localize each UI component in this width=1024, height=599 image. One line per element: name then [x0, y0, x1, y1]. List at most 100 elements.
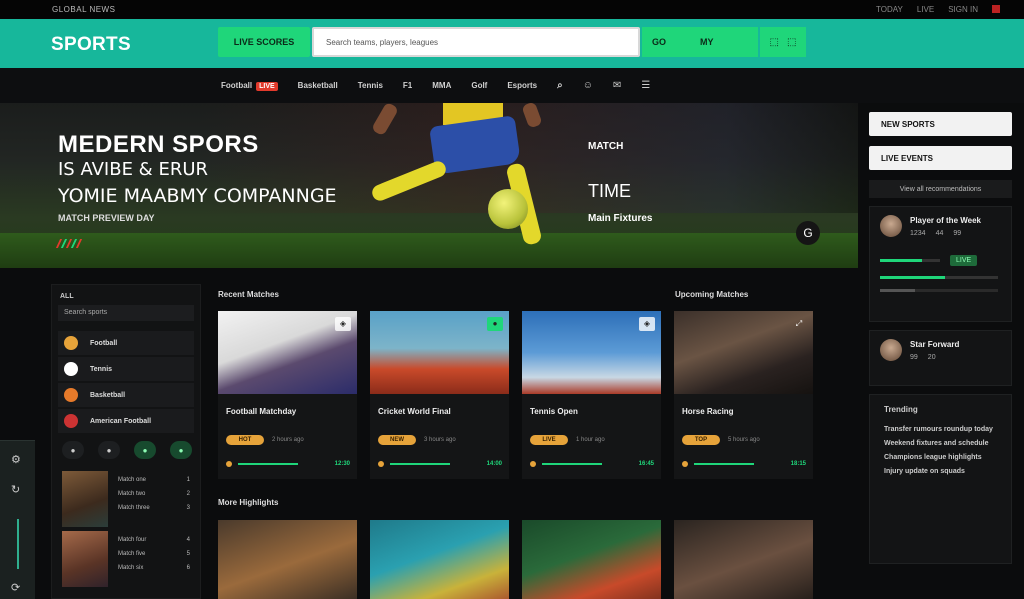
sport-item-american-football[interactable]: American Football [58, 409, 194, 433]
list-item[interactable]: Match four 4 [118, 537, 190, 543]
news-item[interactable]: Weekend fixtures and schedule [884, 440, 997, 447]
card-footer: 12:30 [226, 461, 350, 467]
match-meta: 5 hours ago [728, 437, 760, 443]
player-stat: 20 [927, 353, 936, 361]
player-card[interactable]: Star Forward 99 20 [869, 330, 1012, 386]
flag-icon[interactable] [992, 5, 1000, 13]
nav-item-golf[interactable]: Golf [471, 81, 487, 90]
progress-line [542, 463, 602, 465]
nav-item-esports[interactable]: Esports [507, 81, 537, 90]
news-item[interactable]: Injury update on squads [884, 468, 997, 475]
topbar-left-text: GLOBAL NEWS [52, 5, 116, 14]
match-card[interactable]: ⤢ Horse Racing TOP 5 hours ago 18:15 [674, 311, 813, 479]
topbar-link-today[interactable]: TODAY [876, 5, 903, 14]
topbar-link-signin[interactable]: SIGN IN [948, 5, 978, 14]
settings-icon[interactable]: ⚙ [11, 453, 21, 466]
filter-pill[interactable]: ● [170, 441, 192, 459]
match-title: Cricket World Final [378, 407, 451, 416]
highlight-thumbnail[interactable] [522, 520, 661, 599]
site-logo[interactable]: SPORTS [51, 34, 131, 56]
nav-item-tennis[interactable]: Tennis [358, 81, 383, 90]
grid-icon[interactable]: ⬚ [770, 37, 779, 48]
list-item[interactable]: Match two 2 [118, 491, 190, 497]
match-time: 18:15 [790, 461, 806, 467]
list-item[interactable]: Match three 3 [118, 505, 190, 511]
list-item[interactable]: Match six 6 [118, 565, 190, 571]
progress-bar [880, 259, 940, 262]
bookmark-icon[interactable]: ◈ [335, 317, 351, 331]
progress-line [390, 463, 450, 465]
match-meta: 3 hours ago [424, 437, 456, 443]
player-stat: 1234 [910, 229, 926, 237]
chat-icon[interactable]: ✉ [613, 80, 621, 91]
list-item[interactable]: Match five 5 [118, 551, 190, 557]
live-icon[interactable]: ● [487, 317, 503, 331]
match-card[interactable]: ◈ Tennis Open LIVE 1 hour ago 16:45 [522, 311, 661, 479]
refresh-icon[interactable]: ↻ [11, 483, 20, 496]
live-chip[interactable]: LIVE [950, 255, 978, 266]
player-stat: 99 [910, 353, 918, 361]
card-footer: 14:00 [378, 461, 502, 467]
view-all-link[interactable]: View all recommendations [869, 180, 1012, 198]
match-title: Football Matchday [226, 407, 297, 416]
live-events-button[interactable]: LIVE EVENTS [869, 146, 1012, 170]
news-item[interactable]: Champions league highlights [884, 454, 997, 461]
sport-item-label: Football [90, 339, 118, 347]
hero-stripes [55, 239, 83, 248]
trending-news: Trending Transfer rumours roundup today … [869, 394, 1012, 564]
sport-item-basketball[interactable]: Basketball [58, 383, 194, 407]
side-toolbar: ⚙ ↻ ⟳ [0, 440, 35, 599]
section-title-featured[interactable]: Upcoming Matches [675, 290, 748, 299]
search-input[interactable]: Search teams, players, leagues [312, 27, 640, 57]
list-item[interactable]: Match one 1 [118, 477, 190, 483]
topbar-link-live[interactable]: LIVE [917, 5, 934, 14]
sync-icon[interactable]: ⟳ [11, 581, 20, 594]
user-icon[interactable]: ☺ [583, 80, 593, 91]
match-card[interactable]: ● Cricket World Final NEW 3 hours ago 14… [370, 311, 509, 479]
share-icon[interactable]: ⤢ [791, 317, 807, 331]
match-meta: 2 hours ago [272, 437, 304, 443]
filter-pill[interactable]: ● [98, 441, 120, 459]
new-sports-button[interactable]: NEW SPORTS [869, 112, 1012, 136]
football-ball [488, 189, 528, 229]
sports-search-input[interactable]: Search sports [58, 305, 194, 321]
progress-bar [880, 289, 998, 292]
card-footer: 16:45 [530, 461, 654, 467]
avatar [880, 215, 902, 237]
nav-item-f1[interactable]: F1 [403, 81, 412, 90]
section-title-more: More Highlights [218, 498, 279, 507]
menu-icon[interactable]: ☰ [641, 80, 650, 91]
apps-icon[interactable]: ⬚ [787, 37, 796, 48]
filter-pill[interactable]: ● [62, 441, 84, 459]
news-item[interactable]: Transfer rumours roundup today [884, 426, 997, 433]
live-scores-button[interactable]: LIVE SCORES [218, 27, 310, 57]
sport-item-football[interactable]: Football [58, 331, 194, 355]
thumbnail-image[interactable] [62, 531, 108, 587]
player-card[interactable]: Player of the Week 1234 44 99 LIVE [869, 206, 1012, 322]
header-icon-group[interactable]: ⬚ ⬚ [760, 27, 806, 57]
basketball-icon [64, 388, 78, 402]
nav-item-football[interactable]: Football LIVE [221, 81, 278, 91]
highlight-thumbnail[interactable] [370, 520, 509, 599]
sport-item-tennis[interactable]: Tennis [58, 357, 194, 381]
search-icon[interactable]: ⌕ [557, 80, 563, 91]
american-football-icon [64, 414, 78, 428]
hero-subtitle-1: IS AVIBE & ERUR [58, 159, 209, 180]
bookmark-icon[interactable]: ◈ [639, 317, 655, 331]
highlight-thumbnail[interactable] [218, 520, 357, 599]
player-stat: 44 [935, 229, 944, 237]
nav-item-mma[interactable]: MMA [432, 81, 451, 90]
thumbnail-image[interactable] [62, 471, 108, 527]
filter-pill[interactable]: ● [134, 441, 156, 459]
nav-item-basketball[interactable]: Basketball [298, 81, 338, 90]
match-card[interactable]: ◈ Football Matchday HOT 2 hours ago 12:3… [218, 311, 357, 479]
main-nav: Football LIVE Basketball Tennis F1 MMA Go… [0, 68, 1024, 103]
hero-play-button[interactable]: G [796, 221, 820, 245]
header-action-button[interactable]: GO MY [642, 27, 758, 57]
hero-right-fixtures[interactable]: Main Fixtures [588, 213, 652, 224]
hero-banner[interactable]: MEDERN SPORS IS AVIBE & ERUR YOMIE MAABM… [0, 103, 858, 268]
status-pill: TOP [682, 435, 720, 445]
status-dot-icon [226, 461, 232, 467]
highlight-thumbnail[interactable] [674, 520, 813, 599]
header-action-a: GO [652, 37, 667, 47]
